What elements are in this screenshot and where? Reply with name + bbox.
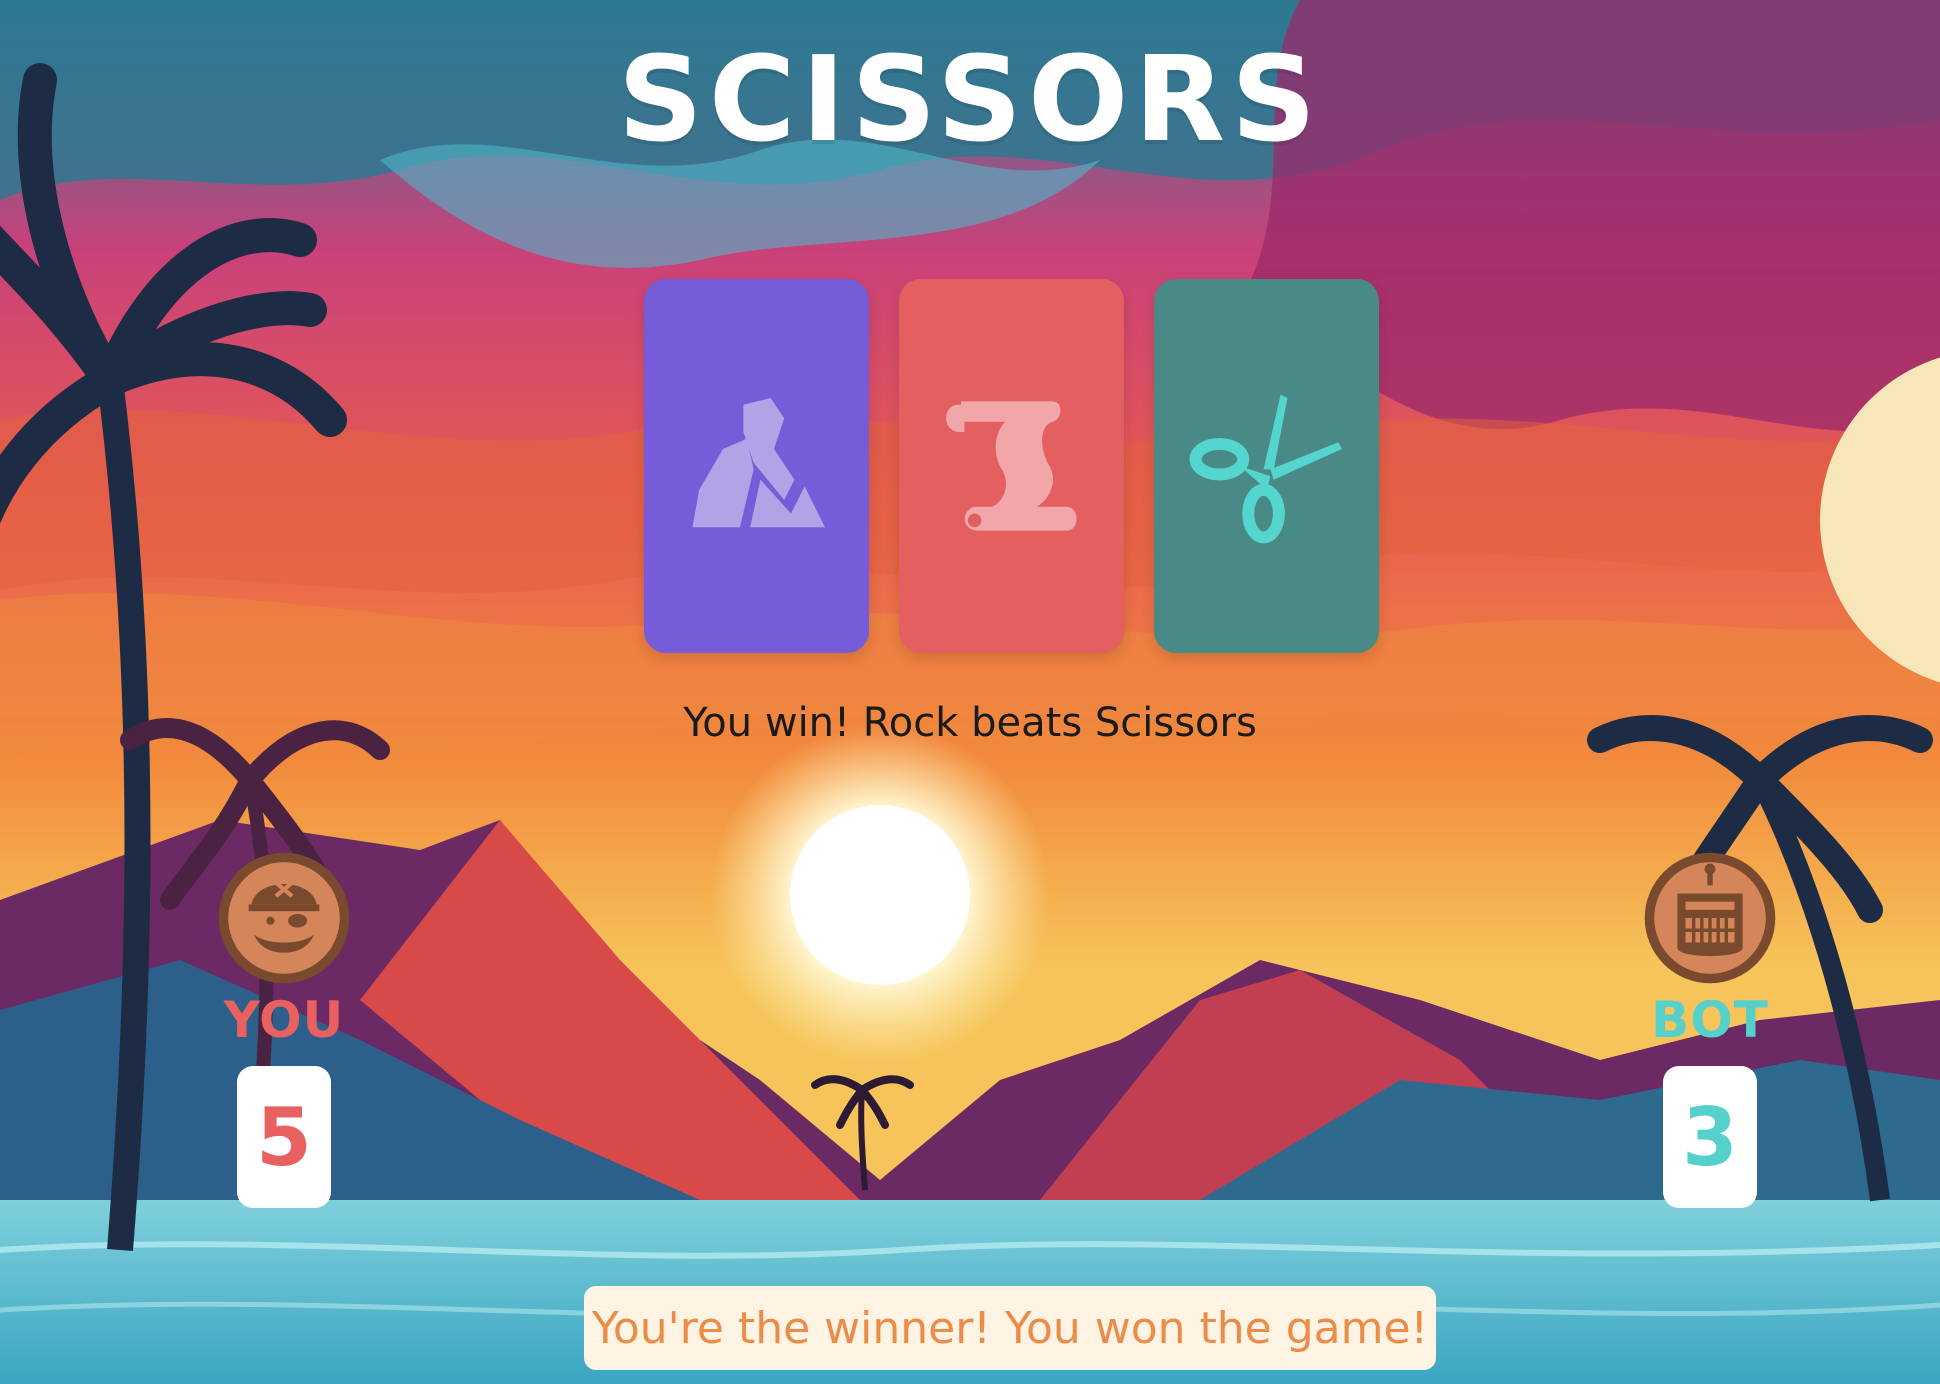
paper-button[interactable] <box>899 279 1124 653</box>
bot-label: BOT <box>1651 991 1769 1049</box>
rock-button[interactable] <box>644 279 869 653</box>
bot-score: 3 <box>1663 1066 1757 1208</box>
choice-cards <box>644 279 1379 653</box>
pirate-avatar-icon <box>216 850 352 986</box>
scissors-icon <box>1189 394 1342 544</box>
player-panel: YOU 5 <box>214 850 354 1208</box>
round-result-message: You win! Rock beats Scissors <box>683 700 1257 746</box>
game-title: SCISSORS <box>617 30 1323 168</box>
robot-avatar-icon <box>1642 850 1778 986</box>
scroll-icon <box>945 401 1077 531</box>
bot-panel: BOT 3 <box>1640 850 1780 1208</box>
player-score: 5 <box>237 1066 331 1208</box>
rock-icon <box>691 398 825 528</box>
game-winner-banner: You're the winner! You won the game! <box>584 1286 1436 1370</box>
scissors-button[interactable] <box>1154 279 1379 653</box>
player-label: YOU <box>223 991 345 1049</box>
